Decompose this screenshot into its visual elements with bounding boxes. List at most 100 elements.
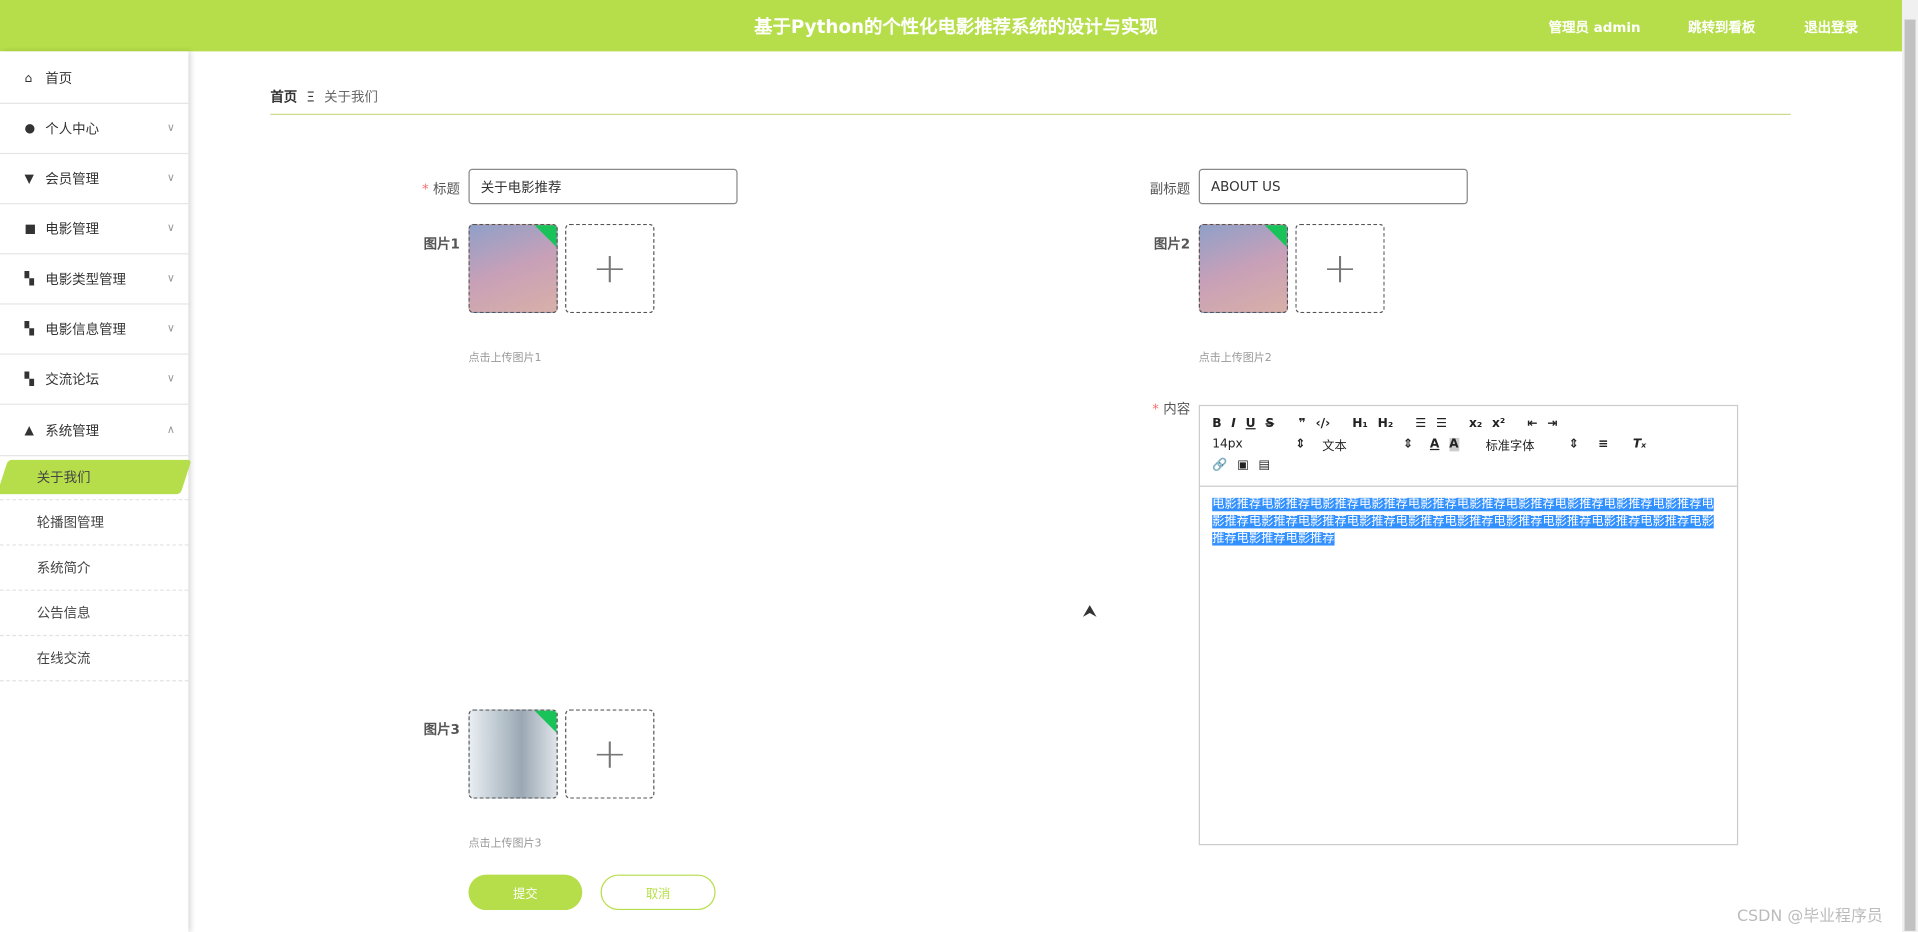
sidebar-item-label: 系统管理 xyxy=(45,423,100,440)
bullet-list-icon[interactable]: ☰ xyxy=(1436,417,1447,430)
plus-icon: + xyxy=(592,244,628,293)
h1-icon[interactable]: H₁ xyxy=(1352,417,1368,430)
pic3-upload-button[interactable]: + xyxy=(565,709,655,799)
image-icon[interactable]: ▣ xyxy=(1237,459,1249,472)
ordered-list-icon[interactable]: ☰ xyxy=(1415,417,1426,430)
pic3-hint: 点击上传图片3 xyxy=(468,837,542,851)
sidebar-item-forum[interactable]: ▚ 交流论坛 ∨ xyxy=(0,355,189,405)
scrollbar[interactable] xyxy=(1902,0,1918,932)
superscript-icon[interactable]: x² xyxy=(1492,417,1505,430)
link-icon[interactable]: 🔗 xyxy=(1212,459,1227,472)
editor-content[interactable]: 电影推荐电影推荐电影推荐电影推荐电影推荐电影推荐电影推荐电影推荐电影推荐电影推荐… xyxy=(1200,487,1737,558)
strike-icon[interactable]: S xyxy=(1265,417,1274,430)
breadcrumb-separator: Ξ xyxy=(306,89,315,106)
cancel-button[interactable]: 取消 xyxy=(600,874,716,911)
sidebar-subitem-notice[interactable]: 公告信息 xyxy=(0,591,189,637)
sidebar-item-members[interactable]: ▼ 会员管理 ∨ xyxy=(0,154,189,205)
user-icon: ● xyxy=(24,121,36,136)
briefcase-icon: ■ xyxy=(24,222,37,236)
pic1-thumbnail[interactable] xyxy=(468,223,558,314)
pic2-hint: 点击上传图片2 xyxy=(1198,352,1272,365)
pic1-upload-button[interactable]: + xyxy=(565,223,655,314)
plus-icon: + xyxy=(592,729,628,779)
scrollbar-thumb[interactable] xyxy=(1904,19,1916,931)
sidebar-item-label: 个人中心 xyxy=(45,121,100,137)
pic3-thumbnail[interactable] xyxy=(468,709,558,799)
rich-text-editor[interactable]: B I U S ❞ ‹/› H₁ H₂ ☰ ☰ x₂ x² ⇤ ⇥ 14px ⇕ 文本 ⇕ A A 标准字体 ⇕ ≡ Tₓ … xyxy=(1198,404,1739,846)
sidebar-item-label: 电影类型管理 xyxy=(45,271,126,288)
chevron-down-icon: ∨ xyxy=(166,122,175,135)
chevron-down-icon: ∨ xyxy=(166,222,175,235)
sidebar-item-personal[interactable]: ● 个人中心 ∨ xyxy=(0,104,189,155)
pic1-hint: 点击上传图片1 xyxy=(468,352,542,365)
sidebar-item-system[interactable]: ▲ 系统管理 ∧ xyxy=(0,406,189,457)
subscript-icon[interactable]: x₂ xyxy=(1469,417,1482,430)
sidebar-item-label: 电影管理 xyxy=(45,221,100,238)
bold-icon[interactable]: B xyxy=(1212,417,1221,430)
grid-icon: ▚ xyxy=(24,372,34,386)
sidebar-subitem-about[interactable]: 关于我们 xyxy=(0,455,189,501)
sidebar-subitem-intro[interactable]: 系统简介 xyxy=(0,546,189,591)
clear-format-icon[interactable]: Tₓ xyxy=(1633,438,1646,451)
grid-icon: ▚ xyxy=(24,272,34,286)
title-label: * 标题 xyxy=(422,181,460,197)
sidebar-subitem-carousel[interactable]: 轮播图管理 xyxy=(0,500,189,546)
mouse-cursor-icon: ⮝ xyxy=(1082,601,1098,622)
pin-icon: ▼ xyxy=(24,171,34,186)
pic2-label: 图片2 xyxy=(1153,236,1191,252)
code-icon[interactable]: ‹/› xyxy=(1316,417,1331,430)
chevron-down-icon: ∨ xyxy=(166,322,175,336)
sidebar: ⌂ 首页 ● 个人中心 ∨ ▼ 会员管理 ∨ ■ 电影管理 ∨ ▚ 电影类型管理 ∨ ▚ 电影信息管… xyxy=(0,51,192,932)
breadcrumb-current: 关于我们 xyxy=(324,89,378,106)
sidebar-item-label: 会员管理 xyxy=(45,171,100,188)
home-icon: ⌂ xyxy=(24,71,33,86)
pic1-label: 图片1 xyxy=(423,236,460,252)
grid-icon: ▚ xyxy=(24,322,34,336)
sidebar-item-movies[interactable]: ■ 电影管理 ∨ xyxy=(0,204,189,255)
subtitle-input[interactable]: ABOUT US xyxy=(1198,168,1468,205)
divider xyxy=(270,113,1791,115)
select-arrow-icon: ⇕ xyxy=(1403,437,1414,452)
sidebar-item-movie-info[interactable]: ▚ 电影信息管理 ∨ xyxy=(0,305,189,355)
font-size-select[interactable]: 14px xyxy=(1212,438,1285,451)
watermark: CSDN @毕业程序员 xyxy=(1736,907,1883,926)
admin-user[interactable]: 管理员 admin xyxy=(1549,17,1641,37)
h2-icon[interactable]: H₂ xyxy=(1378,417,1394,430)
breadcrumb: 首页 Ξ 关于我们 xyxy=(270,87,378,107)
video-icon[interactable]: ▤ xyxy=(1259,459,1271,472)
check-icon xyxy=(534,710,557,733)
dashboard-link[interactable]: 跳转到看板 xyxy=(1688,17,1755,37)
pic2-upload-button[interactable]: + xyxy=(1295,223,1385,314)
background-color-icon[interactable]: A xyxy=(1449,437,1459,452)
sidebar-item-movie-types[interactable]: ▚ 电影类型管理 ∨ xyxy=(0,254,189,305)
font-family-select[interactable]: 标准字体 xyxy=(1486,435,1559,453)
block-format-select[interactable]: 文本 xyxy=(1322,435,1393,453)
chevron-down-icon: ∨ xyxy=(166,272,175,286)
sidebar-subitem-chat[interactable]: 在线交流 xyxy=(0,636,189,682)
indent-icon[interactable]: ⇥ xyxy=(1547,417,1557,430)
content-label: * 内容 xyxy=(1152,401,1191,418)
chevron-down-icon: ∨ xyxy=(166,373,175,386)
underline-icon[interactable]: U xyxy=(1246,417,1256,430)
quote-icon[interactable]: ❞ xyxy=(1299,417,1306,430)
select-arrow-icon: ⇕ xyxy=(1568,437,1580,452)
outdent-icon[interactable]: ⇤ xyxy=(1527,417,1537,430)
breadcrumb-home[interactable]: 首页 xyxy=(270,89,297,105)
pic3-label: 图片3 xyxy=(423,721,460,738)
editor-toolbar: B I U S ❞ ‹/› H₁ H₂ ☰ ☰ x₂ x² ⇤ ⇥ 14px ⇕ 文本 ⇕ A A 标准字体 ⇕ ≡ Tₓ … xyxy=(1199,406,1737,487)
sidebar-item-home[interactable]: ⌂ 首页 xyxy=(0,54,189,104)
subtitle-label: 副标题 xyxy=(1149,181,1191,197)
check-icon xyxy=(1264,225,1287,248)
title-input[interactable]: 关于电影推荐 xyxy=(468,168,738,205)
pic2-thumbnail[interactable] xyxy=(1198,223,1289,314)
submit-button[interactable]: 提交 xyxy=(468,874,583,911)
sidebar-item-label: 首页 xyxy=(45,70,73,87)
align-icon[interactable]: ≡ xyxy=(1598,438,1608,451)
select-arrow-icon: ⇕ xyxy=(1295,437,1306,452)
italic-icon[interactable]: I xyxy=(1231,417,1236,430)
font-color-icon[interactable]: A xyxy=(1430,438,1439,451)
check-icon xyxy=(534,225,557,248)
users-icon: ▲ xyxy=(24,423,34,438)
logout-link[interactable]: 退出登录 xyxy=(1804,17,1858,37)
chevron-up-icon: ∧ xyxy=(166,424,175,437)
